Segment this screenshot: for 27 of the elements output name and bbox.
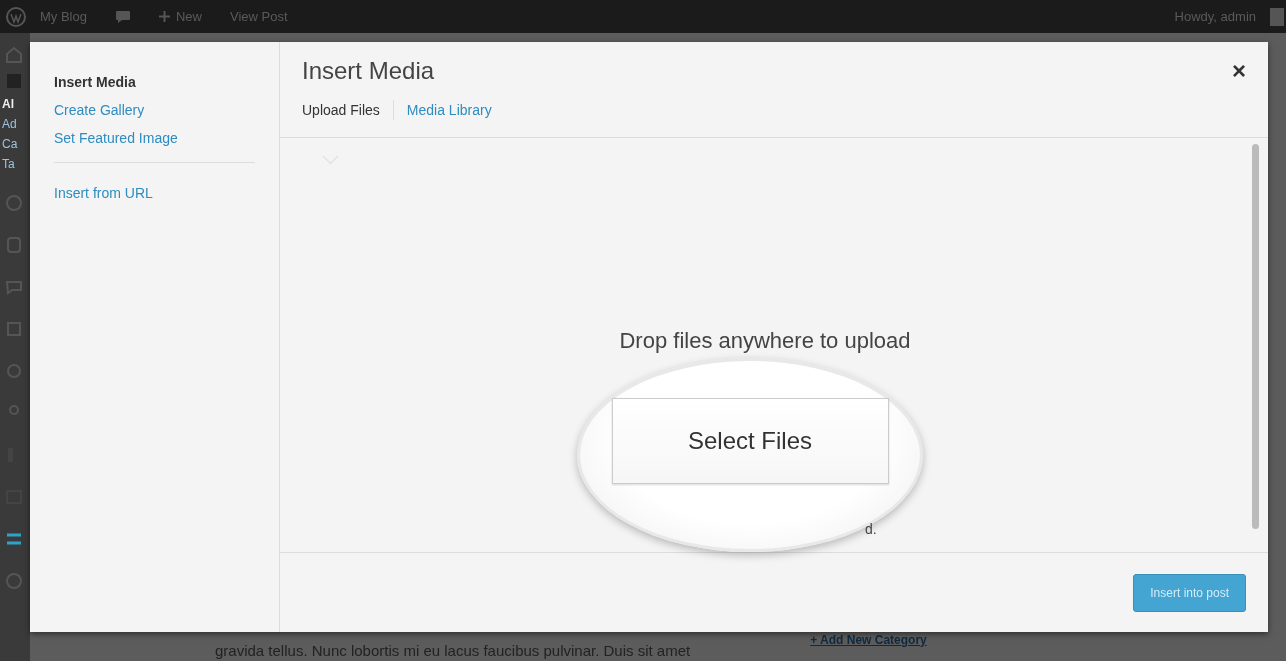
- view-post-link[interactable]: View Post: [216, 9, 302, 24]
- upload-instruction: Drop files anywhere to upload: [619, 328, 911, 354]
- greeting-link[interactable]: Howdy, admin: [1160, 9, 1270, 24]
- wordpress-logo-icon[interactable]: [6, 6, 26, 27]
- insert-into-post-button[interactable]: Insert into post: [1133, 573, 1246, 612]
- menu-text[interactable]: Al: [0, 97, 30, 111]
- scrollbar-thumb[interactable]: [1252, 144, 1259, 529]
- sidebar-item[interactable]: Create Gallery: [54, 102, 255, 118]
- add-category-link[interactable]: + Add New Category: [810, 633, 927, 647]
- sidebar-item[interactable]: Insert from URL: [54, 185, 255, 201]
- menu-text[interactable]: Ad: [0, 117, 30, 131]
- dialog-title: Insert Media: [302, 57, 435, 85]
- avatar-icon[interactable]: [1270, 7, 1284, 26]
- post-paragraph: gravida tellus. Nunc lobortis mi eu lacus faucibus pulvinar. Duis sit amet: [215, 642, 691, 661]
- site-link[interactable]: My Blog: [26, 9, 101, 24]
- menu-text[interactable]: Ca: [0, 137, 30, 151]
- select-files-button[interactable]: Select Files: [611, 398, 889, 484]
- menu-text[interactable]: Ta: [0, 157, 30, 171]
- sidebar-item[interactable]: Insert Media: [54, 74, 255, 90]
- speech-bubble-icon[interactable]: [114, 9, 131, 24]
- sidebar-item[interactable]: Set Featured Image: [54, 130, 255, 146]
- tab[interactable]: Media Library: [392, 100, 505, 120]
- tab[interactable]: Upload Files: [302, 100, 393, 120]
- plus-icon[interactable]: [158, 11, 170, 22]
- text-fragment: d.: [865, 521, 877, 537]
- close-button[interactable]: ×: [1232, 59, 1246, 83]
- new-menu[interactable]: New: [144, 9, 216, 24]
